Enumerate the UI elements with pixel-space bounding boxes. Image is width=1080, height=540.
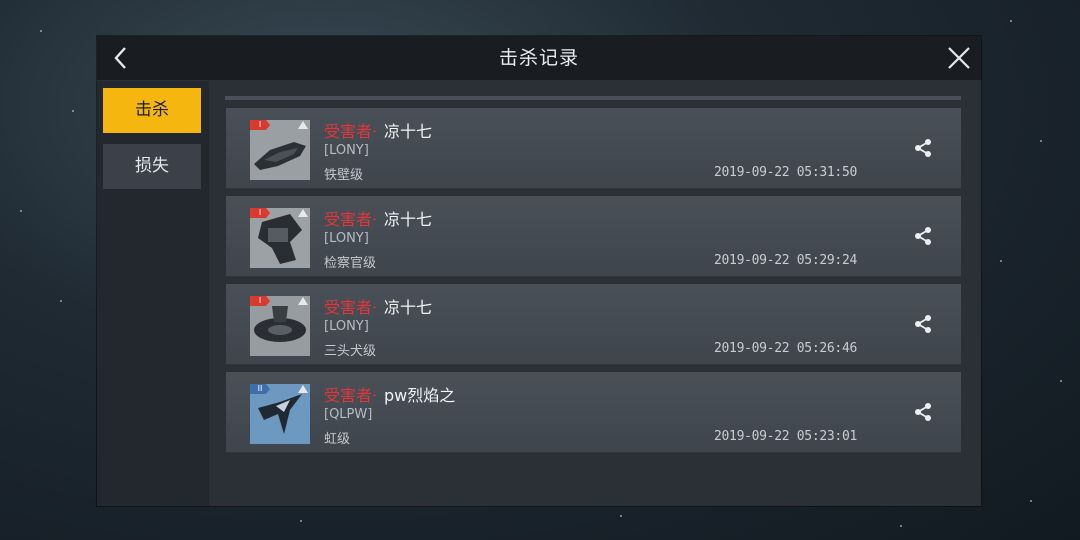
close-icon (948, 47, 970, 69)
victim-label: 受害者· (324, 386, 378, 405)
ship-thumbnail: I (250, 208, 310, 268)
record-list: I 受害者· 凉十七 [LONY] 铁壁级 2019-09-22 05:31:5… (209, 81, 981, 506)
share-icon (915, 227, 931, 245)
tier-badge-icon: I (250, 208, 270, 218)
kill-time: 2019-09-22 05:26:46 (713, 341, 857, 356)
list-scroll-edge (225, 96, 961, 100)
tier-badge-icon: I (250, 120, 270, 130)
kill-time: 2019-09-22 05:29:24 (713, 253, 857, 268)
share-icon (915, 403, 931, 421)
tier-badge-icon: II (250, 384, 270, 394)
kill-record-dialog: 击杀记录 击杀 损失 I 受害者· 凉十七 [LONY] 铁壁级 2019-09… (97, 36, 981, 506)
ship-thumbnail: I (250, 296, 310, 356)
victim-name: pw烈焰之 (384, 386, 456, 405)
ship-class: 三头犬级 (324, 344, 377, 359)
ship-class: 铁壁级 (324, 168, 364, 183)
victim-label: 受害者· (324, 210, 378, 229)
tab-kills[interactable]: 击杀 (103, 88, 201, 133)
share-button[interactable] (911, 224, 935, 248)
record-row[interactable]: I 受害者· 凉十七 [LONY] 检察官级 2019-09-22 05:29:… (226, 196, 961, 277)
corner-triangle-icon (298, 121, 308, 129)
kill-time: 2019-09-22 05:31:50 (713, 165, 857, 180)
ship-thumbnail: I (250, 120, 310, 180)
corp-tag: [LONY] (324, 231, 369, 246)
corner-triangle-icon (298, 209, 308, 217)
share-icon (915, 315, 931, 333)
kill-time: 2019-09-22 05:23:01 (713, 429, 857, 444)
victim-label: 受害者· (324, 122, 378, 141)
victim-name: 凉十七 (384, 122, 433, 141)
ship-class: 检察官级 (324, 256, 377, 271)
ship-class: 虹级 (324, 432, 351, 447)
victim-name: 凉十七 (384, 210, 433, 229)
share-button[interactable] (911, 400, 935, 424)
share-button[interactable] (911, 312, 935, 336)
victim-label: 受害者· (324, 298, 378, 317)
ship-thumbnail: II (250, 384, 310, 444)
share-button[interactable] (911, 136, 935, 160)
tier-badge-icon: I (250, 296, 270, 306)
corner-triangle-icon (298, 385, 308, 393)
title-bar: 击杀记录 (97, 36, 981, 81)
record-row[interactable]: I 受害者· 凉十七 [LONY] 铁壁级 2019-09-22 05:31:5… (226, 108, 961, 189)
corp-tag: [LONY] (324, 319, 369, 334)
page-title: 击杀记录 (498, 47, 579, 69)
record-row[interactable]: I 受害者· 凉十七 [LONY] 三头犬级 2019-09-22 05:26:… (226, 284, 961, 365)
sidebar: 击杀 损失 (97, 81, 209, 506)
corner-triangle-icon (298, 297, 308, 305)
corp-tag: [QLPW] (324, 407, 373, 422)
victim-name: 凉十七 (384, 298, 433, 317)
tab-losses[interactable]: 损失 (103, 144, 201, 189)
record-row[interactable]: II 受害者· pw烈焰之 [QLPW] 虹级 2019-09-22 05:23… (226, 372, 961, 453)
close-button[interactable] (945, 44, 973, 72)
corp-tag: [LONY] (324, 143, 369, 158)
share-icon (915, 139, 931, 157)
